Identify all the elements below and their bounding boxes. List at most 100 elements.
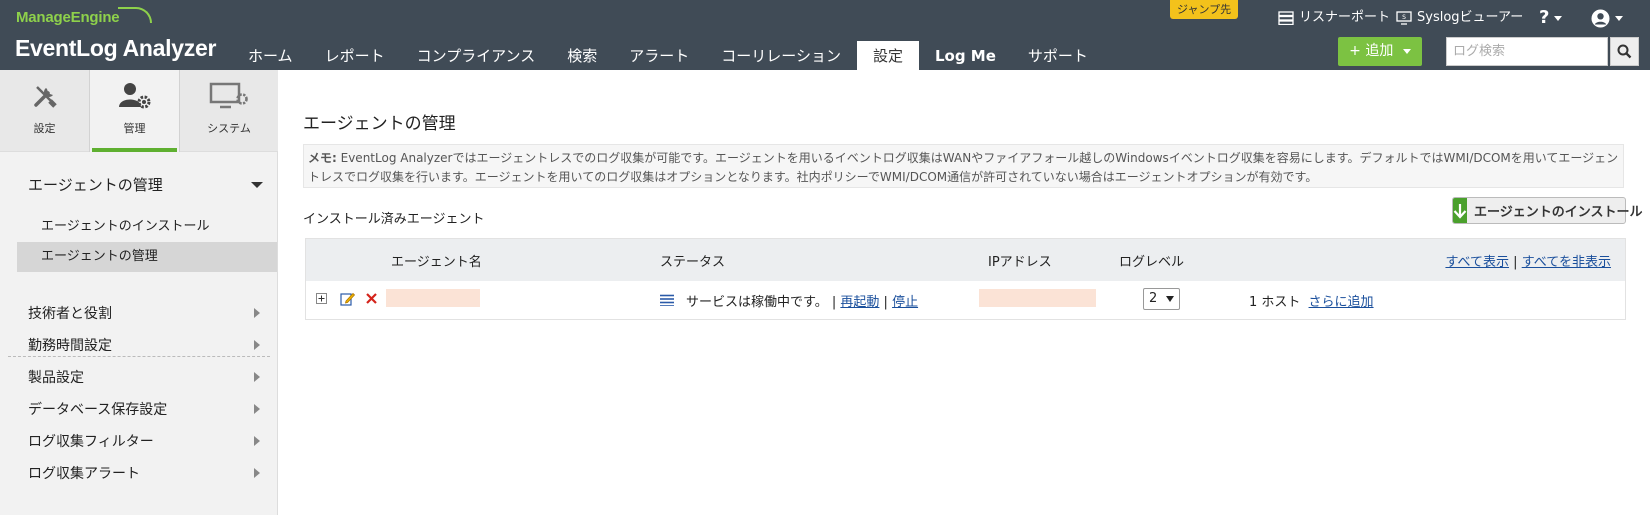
restart-link[interactable]: 再起動 <box>840 295 879 310</box>
chevron-right-icon <box>254 340 260 350</box>
expand-collapse-links: すべて表示 | すべてを非表示 <box>1445 251 1611 270</box>
tab-support[interactable]: サポート <box>1012 41 1104 70</box>
log-search-input[interactable] <box>1446 37 1608 66</box>
sidebar-item-db-retention[interactable]: データベース保存設定 <box>28 399 268 419</box>
agent-name-redacted <box>386 289 480 307</box>
table-row: サービスは稼働中です。 | 再起動 | 停止 2 1 ホスト さらに追加 <box>306 281 1625 319</box>
hide-all-link[interactable]: すべてを非表示 <box>1522 255 1611 270</box>
chevron-right-icon <box>254 404 260 414</box>
delete-icon[interactable] <box>366 293 377 304</box>
add-more-link[interactable]: さらに追加 <box>1309 295 1374 310</box>
list-icon[interactable] <box>660 294 674 306</box>
help-menu[interactable]: ? <box>1539 7 1563 29</box>
installed-agents-label: インストール済みエージェント <box>303 212 485 227</box>
sidebar-tabs: 設定 管理 システム <box>0 70 278 152</box>
tab-correlation[interactable]: コーリレーション <box>705 41 857 70</box>
sidebar-item-log-filter[interactable]: ログ収集フィルター <box>28 431 268 451</box>
help-icon: ? <box>1539 7 1550 28</box>
download-arrow-icon <box>1453 198 1467 223</box>
listener-port-link[interactable]: リスナーポート <box>1278 7 1390 29</box>
sidebar-item-technicians-roles[interactable]: 技術者と役割 <box>28 303 268 323</box>
main-nav: ホーム レポート コンプライアンス 検索 アラート コーリレーション 設定 Lo… <box>232 41 1104 70</box>
product-logo[interactable]: EventLog Analyzer <box>15 35 216 62</box>
memo-text: EventLog Analyzerではエージェントレスでのログ収集が可能です。エ… <box>308 151 1619 184</box>
col-status[interactable]: ステータス <box>660 251 725 270</box>
sidebar-tab-system[interactable]: システム <box>180 70 278 152</box>
user-avatar-icon <box>1591 9 1610 27</box>
user-menu[interactable] <box>1591 7 1623 29</box>
sidebar-item-label: 技術者と役割 <box>28 306 112 322</box>
link-separator: | <box>831 295 837 310</box>
page-title: エージェントの管理 <box>303 114 456 134</box>
sidebar: 設定 管理 システム エージェントの管理 エージェントのインストール エージェン… <box>0 70 278 515</box>
jump-to-button[interactable]: ジャンプ先 <box>1170 0 1239 19</box>
chevron-right-icon <box>254 468 260 478</box>
search-button[interactable] <box>1610 37 1639 66</box>
memo-label: メモ: <box>308 151 337 165</box>
syslog-viewer-link[interactable]: S Syslogビューアー <box>1396 7 1523 29</box>
expand-row-icon[interactable] <box>316 293 327 304</box>
listener-port-label: リスナーポート <box>1299 10 1391 25</box>
tab-home[interactable]: ホーム <box>232 41 309 70</box>
install-agent-label: エージェントのインストール <box>1474 205 1643 220</box>
log-level-value: 2 <box>1149 291 1158 306</box>
tab-settings[interactable]: 設定 <box>856 41 919 70</box>
tab-log-me[interactable]: Log Me <box>919 41 1012 70</box>
tab-compliance[interactable]: コンプライアンス <box>401 41 552 70</box>
sidebar-tab-admin[interactable]: 管理 <box>90 70 180 152</box>
sidebar-divider <box>8 356 270 357</box>
chevron-down-icon <box>1166 296 1174 302</box>
tab-search[interactable]: 検索 <box>551 41 613 70</box>
sidebar-tab-settings[interactable]: 設定 <box>0 70 90 152</box>
sidebar-item-log-alert[interactable]: ログ収集アラート <box>28 463 268 483</box>
sidebar-item-manage-agent[interactable]: エージェントの管理 <box>17 242 277 272</box>
chevron-down-icon <box>1554 15 1563 21</box>
search-icon <box>1617 44 1632 59</box>
svg-text:S: S <box>1402 14 1406 21</box>
chevron-down-icon <box>1402 48 1411 54</box>
user-gear-icon <box>118 83 150 109</box>
caret-down-icon[interactable] <box>251 182 263 188</box>
sidebar-item-install-agent[interactable]: エージェントのインストール <box>17 212 277 242</box>
tab-reports[interactable]: レポート <box>309 41 401 70</box>
brand-logo-small: ManageEngine <box>16 9 120 26</box>
col-agent-name[interactable]: エージェント名 <box>391 251 482 270</box>
memo-note: メモ: EventLog Analyzerではエージェントレスでのログ収集が可能… <box>303 144 1624 188</box>
tools-icon <box>33 86 57 108</box>
add-button-label: + 追加 <box>1349 43 1394 59</box>
top-header: ManageEngine EventLog Analyzer ホーム レポート … <box>0 0 1650 70</box>
host-info: 1 ホスト さらに追加 <box>1249 291 1374 310</box>
sidebar-item-label: 勤務時間設定 <box>28 338 112 354</box>
sidebar-item-label: データベース保存設定 <box>28 402 168 418</box>
tab-alerts[interactable]: アラート <box>613 41 705 70</box>
chevron-right-icon <box>254 308 260 318</box>
log-level-select[interactable]: 2 <box>1143 288 1180 310</box>
syslog-viewer-label: Syslogビューアー <box>1417 10 1524 25</box>
link-separator: | <box>883 295 888 310</box>
sidebar-tab-label: システム <box>207 122 251 135</box>
show-all-link[interactable]: すべて表示 <box>1445 255 1509 270</box>
agent-status: サービスは稼働中です。 | 再起動 | 停止 <box>686 291 918 310</box>
agent-table: エージェント名 ステータス IPアドレス ログレベル すべて表示 | すべてを非… <box>305 238 1626 320</box>
sidebar-section-agent-management[interactable]: エージェントの管理 <box>28 174 163 195</box>
ip-address-redacted <box>979 289 1096 307</box>
sidebar-item-working-hours[interactable]: 勤務時間設定 <box>28 335 268 355</box>
status-text: サービスは稼働中です。 <box>686 295 828 310</box>
sidebar-item-label: 製品設定 <box>28 370 84 386</box>
active-tab-indicator <box>92 148 177 152</box>
chevron-right-icon <box>254 436 260 446</box>
install-agent-button[interactable]: エージェントのインストール <box>1452 197 1642 224</box>
table-header: エージェント名 ステータス IPアドレス ログレベル すべて表示 | すべてを非… <box>306 239 1625 281</box>
edit-icon[interactable] <box>340 291 355 306</box>
sidebar-item-label: ログ収集フィルター <box>28 434 154 450</box>
add-button[interactable]: + 追加 <box>1338 37 1422 66</box>
stop-link[interactable]: 停止 <box>892 295 918 310</box>
col-ip-address[interactable]: IPアドレス <box>988 251 1052 270</box>
sidebar-tab-label: 管理 <box>123 122 146 135</box>
server-icon <box>1278 11 1294 25</box>
sidebar-item-product-settings[interactable]: 製品設定 <box>28 367 268 387</box>
monitor-gear-icon <box>209 82 248 109</box>
chevron-down-icon <box>1615 15 1623 21</box>
host-count: 1 ホスト <box>1249 295 1301 310</box>
col-log-level[interactable]: ログレベル <box>1119 251 1184 270</box>
